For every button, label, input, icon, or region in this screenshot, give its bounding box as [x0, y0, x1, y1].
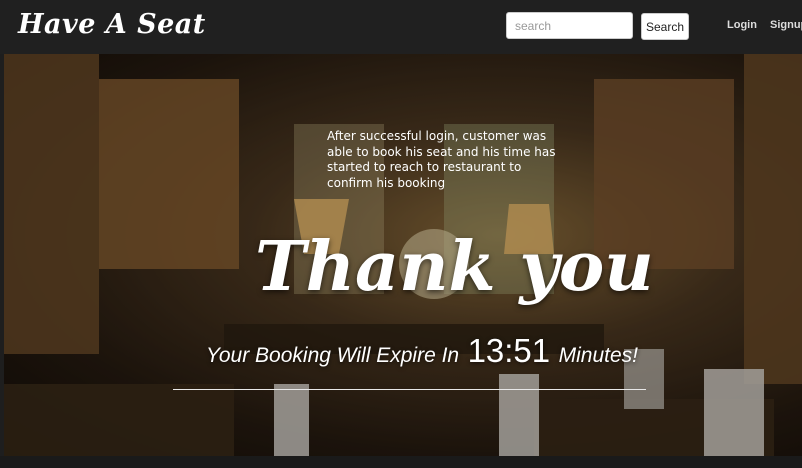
- signup-link[interactable]: Signup: [770, 19, 802, 31]
- expiry-prefix: Your Booking Will Expire In: [206, 344, 460, 367]
- thank-you-heading: Thank you: [255, 227, 654, 307]
- brand-logo[interactable]: Have A Seat: [18, 9, 206, 40]
- booking-note: After successful login, customer was abl…: [327, 129, 556, 190]
- expiry-message: Your Booking Will Expire In 13:51 Minute…: [206, 332, 638, 370]
- search-input[interactable]: [506, 12, 633, 39]
- divider-line: [173, 389, 646, 390]
- countdown-timer: 13:51: [467, 332, 551, 369]
- navbar: Have A Seat Search Login Signup: [0, 0, 802, 54]
- search-button[interactable]: Search: [641, 13, 689, 40]
- expiry-suffix: Minutes!: [558, 344, 638, 367]
- login-link[interactable]: Login: [727, 19, 757, 31]
- footer-strip: [0, 456, 802, 468]
